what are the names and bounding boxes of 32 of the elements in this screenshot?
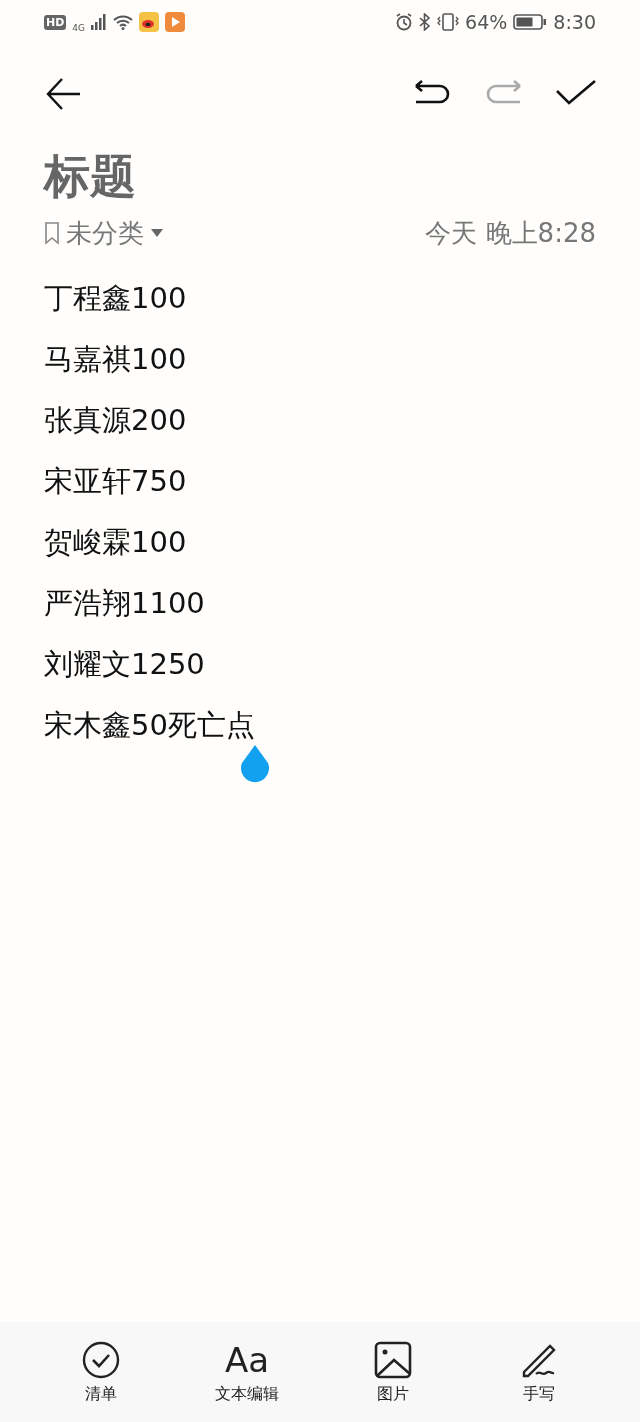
toolbar-tool[interactable]: 清单 — [28, 1339, 174, 1405]
note-title[interactable]: 标题 — [0, 144, 640, 208]
category-dropdown[interactable]: 未分类 — [44, 215, 164, 251]
app-icon — [165, 12, 186, 32]
clock-time: 8:30 — [553, 11, 596, 33]
alarm-icon — [395, 13, 414, 31]
toolbar-tool[interactable]: 图片 — [320, 1339, 466, 1405]
note-line: 张真源200 — [44, 402, 187, 439]
note-line: 丁程鑫100 — [44, 280, 187, 317]
note-line: 刘耀文1250 — [44, 646, 205, 683]
note-line: 贺峻霖100 — [44, 524, 187, 561]
check-circle-icon — [82, 1339, 120, 1380]
app-icon — [139, 12, 160, 32]
note-line: 严浩翔1100 — [44, 585, 205, 622]
toolbar-tool[interactable]: Aa 文本编辑 — [174, 1339, 320, 1405]
note-line: 宋亚轩750 — [44, 463, 187, 500]
signal-icon — [91, 14, 108, 30]
hd-badge: HD — [44, 14, 67, 30]
note-line: 宋木鑫50死亡点 — [44, 707, 255, 744]
wifi-icon — [113, 14, 134, 30]
note-timestamp: 今天 晚上8:28 — [425, 216, 596, 250]
battery-percentage: 64% — [465, 11, 508, 33]
bookmark-icon — [44, 221, 60, 245]
toolbar-tool[interactable]: 手写 — [466, 1339, 612, 1405]
caret-icon — [150, 228, 164, 238]
font-icon: Aa — [224, 1339, 270, 1380]
vibrate-icon — [437, 13, 460, 31]
battery-icon — [513, 14, 548, 30]
image-icon — [374, 1339, 412, 1380]
bluetooth-icon — [419, 13, 432, 31]
note-line: 马嘉祺100 — [44, 341, 187, 378]
network-type: 4G — [72, 23, 86, 33]
